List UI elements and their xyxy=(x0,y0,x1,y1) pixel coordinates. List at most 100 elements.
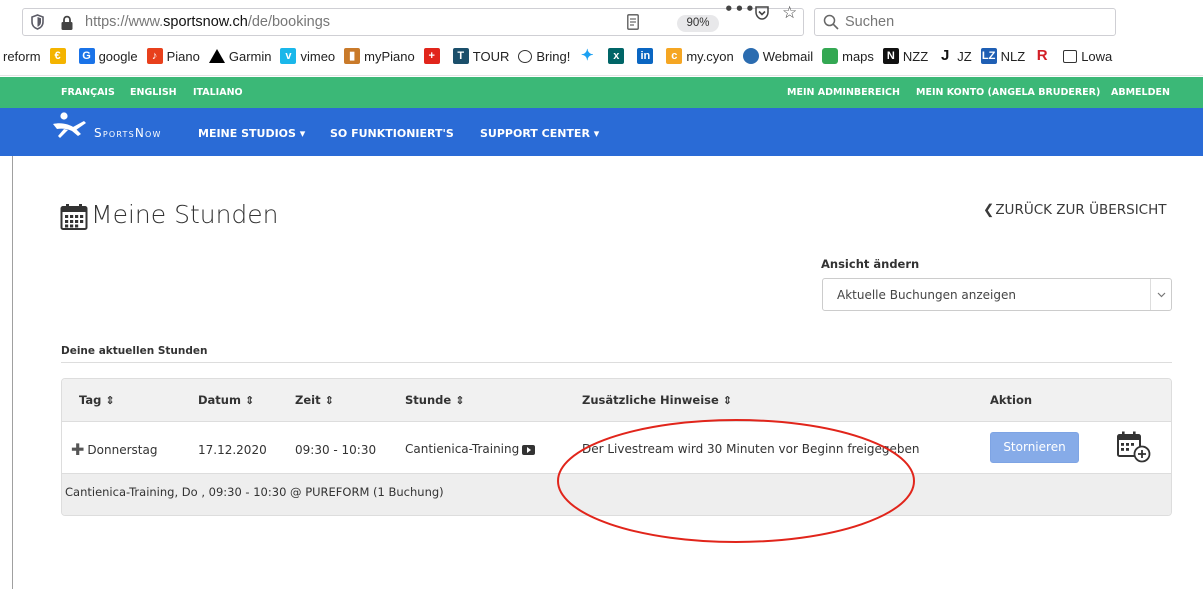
lang-francais-link[interactable]: FRANÇAIS xyxy=(61,87,115,98)
nav-support-center[interactable]: SUPPORT CENTER ▾ xyxy=(480,127,599,140)
sportsnow-logo-text[interactable]: SportsNow xyxy=(94,126,162,140)
sort-icon[interactable]: ⇕ xyxy=(723,394,732,407)
bookmark-item[interactable]: ✦ xyxy=(579,48,599,64)
bookmark-item[interactable]: Lowa xyxy=(1063,49,1112,64)
column-header-hinweise[interactable]: Zusätzliche Hinweise ⇕ xyxy=(582,393,732,407)
back-to-overview-link[interactable]: ❮ZURÜCK ZUR ÜBERSICHT xyxy=(983,202,1167,218)
bookmark-label: TOUR xyxy=(472,48,510,64)
bookmark-item[interactable]: Ggoogle xyxy=(78,48,138,64)
lock-icon[interactable] xyxy=(60,15,74,31)
bookmark-item[interactable]: in xyxy=(637,48,657,64)
view-select-label: Ansicht ändern xyxy=(821,257,920,271)
bookmark-label: Garmin xyxy=(228,48,272,64)
calendar-icon xyxy=(60,204,88,230)
bookmark-label: google xyxy=(98,48,138,64)
maps-icon xyxy=(822,48,839,64)
cyon-icon: c xyxy=(666,48,683,64)
cancel-booking-button[interactable]: Stornieren xyxy=(990,432,1079,463)
bookmark-item[interactable]: J JZ xyxy=(937,48,972,64)
row-hinweise: Der Livestream wird 30 Minuten vor Begin… xyxy=(582,442,920,456)
sort-icon[interactable]: ⇕ xyxy=(245,394,254,407)
reader-view-icon[interactable] xyxy=(627,14,639,30)
bookmarks-list: reform € Ggoogle ♪ Piano Garmin v vimeo ▮ myPiano… xyxy=(3,48,1121,64)
chevron-left-icon: ❮ xyxy=(983,202,995,218)
bookmark-item[interactable]: ▮ myPiano xyxy=(344,48,415,64)
bookmark-label: myPiano xyxy=(364,48,415,64)
lang-italiano-link[interactable]: ITALIANO xyxy=(193,87,243,98)
zoom-level-badge[interactable]: 90% xyxy=(677,15,719,32)
bookmark-item[interactable]: ♪ Piano xyxy=(146,48,200,64)
search-icon xyxy=(823,14,839,30)
expand-plus-icon[interactable]: ✚ xyxy=(71,440,84,459)
bookmark-item[interactable]: Bring! xyxy=(518,49,570,64)
bookmark-label: my.cyon xyxy=(686,48,734,64)
sportsnow-logo-icon[interactable] xyxy=(51,110,91,140)
column-header-zeit[interactable]: Zeit ⇕ xyxy=(295,393,334,407)
bookmark-item[interactable]: € xyxy=(49,48,70,64)
video-livestream-icon xyxy=(522,444,536,455)
twitter-icon: ✦ xyxy=(581,47,594,64)
bookmark-item[interactable]: Garmin xyxy=(208,48,272,64)
bookmark-label: NZZ xyxy=(902,48,929,64)
linkedin-icon: in xyxy=(637,48,654,64)
column-header-aktion: Aktion xyxy=(990,393,1033,407)
search-placeholder: Suchen xyxy=(845,14,895,30)
bookmark-item[interactable]: LZ NLZ xyxy=(980,48,1025,64)
column-header-datum[interactable]: Datum ⇕ xyxy=(198,393,254,407)
sort-icon[interactable]: ⇕ xyxy=(325,394,334,407)
bookmark-item[interactable]: reform xyxy=(3,49,41,64)
bookmark-item[interactable]: Webmail xyxy=(742,48,813,64)
my-account-link[interactable]: MEIN KONTO (ANGELA BRUDERER) xyxy=(916,87,1100,98)
bookmark-item[interactable]: + xyxy=(423,48,444,64)
bookmark-item[interactable]: c my.cyon xyxy=(666,48,734,64)
admin-area-link[interactable]: MEIN ADMINBEREICH xyxy=(787,87,900,98)
url-text[interactable]: https://www.sportsnow.ch/de/bookings xyxy=(85,14,330,30)
page-title: Meine Stunden xyxy=(91,200,279,229)
sort-icon[interactable]: ⇕ xyxy=(455,394,464,407)
view-select-value: Aktuelle Buchungen anzeigen xyxy=(837,288,1016,302)
row-datum: 17.12.2020 xyxy=(198,443,267,457)
bookmarks-toolbar: reform € Ggoogle ♪ Piano Garmin v vimeo ▮ myPiano… xyxy=(0,40,1203,76)
bookmark-star-icon[interactable]: ☆ xyxy=(782,3,797,23)
row-tag: Donnerstag xyxy=(87,443,158,457)
bookmark-label: vimeo xyxy=(300,48,336,64)
pocket-icon[interactable] xyxy=(754,5,770,21)
sort-icon[interactable]: ⇕ xyxy=(105,394,114,407)
booking-summary-text: Cantienica-Training, Do , 09:30 - 10:30 … xyxy=(65,485,444,499)
tracking-shield-icon[interactable] xyxy=(31,14,44,30)
bookmark-item[interactable]: v vimeo xyxy=(280,48,335,64)
chevron-down-icon[interactable] xyxy=(1150,279,1171,310)
column-header-tag[interactable]: Tag ⇕ xyxy=(79,393,115,407)
coin-icon: € xyxy=(49,48,66,64)
bookmark-item[interactable]: T TOUR xyxy=(452,48,510,64)
bookmark-item[interactable]: N NZZ xyxy=(882,48,929,64)
bookmark-label: Lowa xyxy=(1081,48,1113,64)
site-navbar: SportsNow MEINE STUDIOS ▾ SO FUNKTIONIER… xyxy=(0,108,1203,156)
window-left-edge xyxy=(12,156,13,589)
url-bar[interactable]: https://www.sportsnow.ch/de/bookings 90% xyxy=(22,8,804,36)
view-select[interactable]: Aktuelle Buchungen anzeigen xyxy=(822,278,1172,311)
piano-icon: ♪ xyxy=(146,48,163,64)
nav-meine-studios[interactable]: MEINE STUDIOS ▾ xyxy=(198,127,305,140)
nav-so-funktionierts[interactable]: SO FUNKTIONIERT'S xyxy=(330,127,454,140)
page-actions-menu-icon[interactable]: ••• xyxy=(724,0,756,18)
table-header: Tag ⇕ Datum ⇕ Zeit ⇕ Stunde ⇕ Zusätzliche Hi… xyxy=(62,379,1171,422)
bookmark-item[interactable]: R xyxy=(1034,48,1054,64)
bookmark-label: reform xyxy=(3,48,41,64)
garmin-triangle-icon xyxy=(208,49,225,63)
bookmark-label: Piano xyxy=(166,48,200,64)
column-header-stunde[interactable]: Stunde ⇕ xyxy=(405,393,464,407)
piano-figure-icon: ▮ xyxy=(344,48,361,64)
search-box[interactable]: Suchen xyxy=(814,8,1116,36)
bookmark-label: JZ xyxy=(957,48,972,64)
add-to-calendar-icon[interactable] xyxy=(1116,430,1152,464)
bookmark-item[interactable]: x xyxy=(608,48,628,64)
logout-link[interactable]: ABMELDEN xyxy=(1111,87,1170,98)
bookmark-item[interactable]: maps xyxy=(822,48,874,64)
language-bar: FRANÇAIS ENGLISH ITALIANO MEIN ADMINBERE… xyxy=(0,77,1203,108)
google-drive-icon: G xyxy=(78,48,95,64)
bookmark-label: Bring! xyxy=(536,48,571,64)
row-tag-cell[interactable]: ✚ Donnerstag xyxy=(71,439,158,459)
lang-english-link[interactable]: ENGLISH xyxy=(130,87,177,98)
lz-icon: LZ xyxy=(980,48,997,64)
